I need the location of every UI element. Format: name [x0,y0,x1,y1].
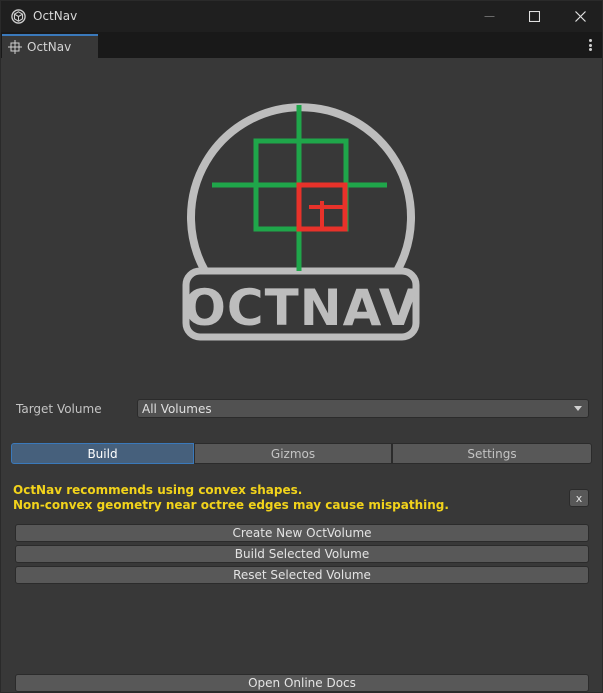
octnav-window: OctNav OctNav OCTNAV Target Volume All V… [0,0,603,693]
unity-cube-icon [11,9,26,24]
create-volume-button[interactable]: Create New OctVolume [15,524,589,542]
close-icon [574,11,586,22]
minimize-icon [484,16,494,17]
warning-line-2: Non-convex geometry near octree edges ma… [13,498,449,512]
maximize-icon [528,11,540,22]
logo-text: OCTNAV [183,279,418,337]
tab-settings[interactable]: Settings [392,443,592,464]
minimize-button[interactable] [466,1,512,32]
convex-warning: OctNav recommends using convex shapes. N… [13,483,553,513]
target-volume-label: Target Volume [16,402,102,416]
octnav-logo: OCTNAV [182,103,420,341]
open-docs-button[interactable]: Open Online Docs [15,674,589,692]
dismiss-warning-button[interactable]: x [569,489,589,507]
more-vertical-icon[interactable] [583,37,597,53]
mode-tabs: Build Gizmos Settings [11,443,592,464]
tab-octnav[interactable]: OctNav [2,34,98,58]
tab-label: OctNav [27,40,72,54]
tab-build[interactable]: Build [11,443,194,464]
build-volume-button[interactable]: Build Selected Volume [15,545,589,563]
title-bar[interactable]: OctNav [1,1,602,32]
target-volume-value: All Volumes [142,402,212,416]
target-volume-dropdown[interactable]: All Volumes [137,399,589,418]
window-title: OctNav [33,9,78,23]
reset-volume-button[interactable]: Reset Selected Volume [15,566,589,584]
tab-gizmos[interactable]: Gizmos [194,443,392,464]
close-button[interactable] [557,1,603,32]
warning-line-1: OctNav recommends using convex shapes. [13,483,303,497]
editor-tab-strip: OctNav [1,32,602,58]
chevron-down-icon [574,406,582,411]
maximize-button[interactable] [511,1,557,32]
crosshair-grid-icon [8,40,22,54]
